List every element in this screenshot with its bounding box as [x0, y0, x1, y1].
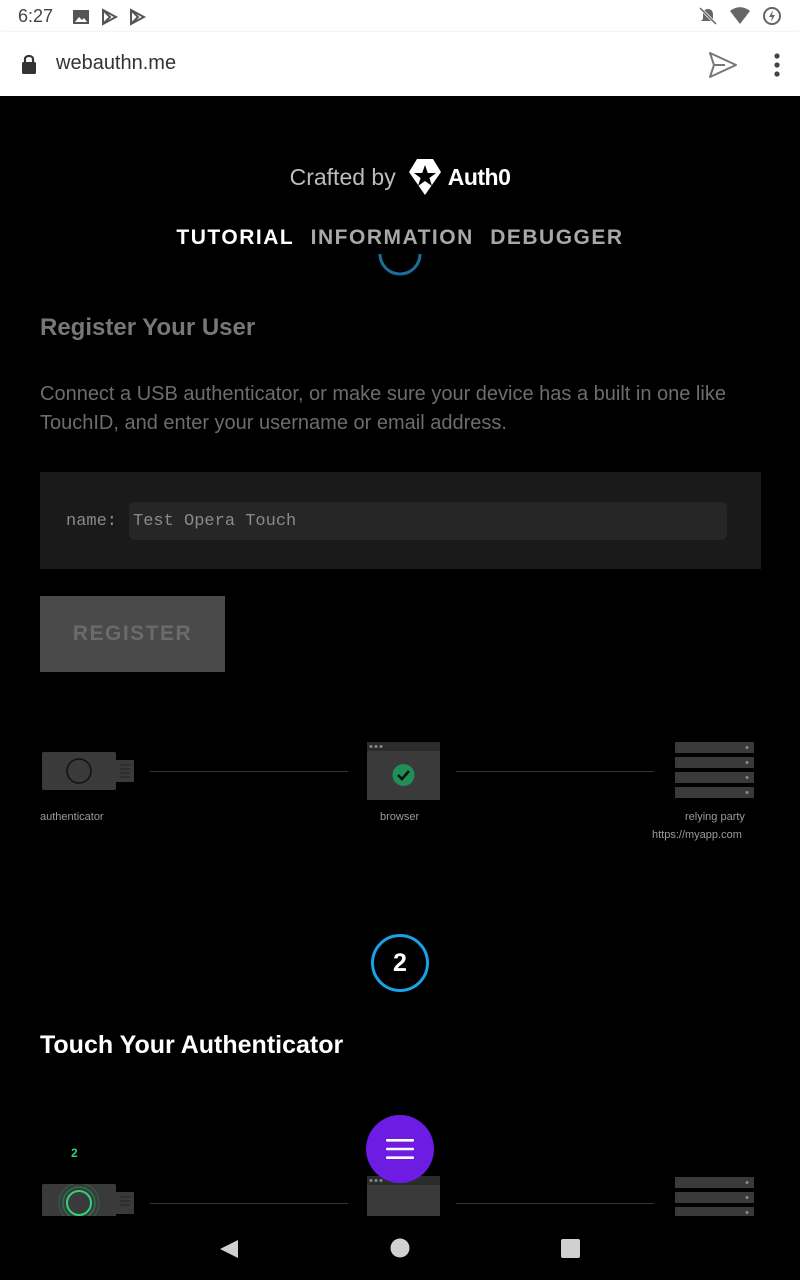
url-text[interactable]: webauthn.me — [56, 52, 176, 75]
send-icon[interactable] — [707, 50, 739, 80]
register-title: Register Your User — [40, 314, 256, 341]
server-rack-icon — [675, 1177, 754, 1216]
name-input[interactable] — [129, 502, 727, 540]
relying-party-label: relying party — [685, 811, 745, 823]
register-description: Connect a USB authenticator, or make sur… — [40, 383, 726, 434]
touch-indicator: 2 — [71, 1146, 78, 1160]
back-icon[interactable] — [218, 1238, 240, 1260]
hamburger-menu-icon — [386, 1139, 414, 1159]
flow-diagram-register: authenticator browser relying party http… — [0, 738, 800, 858]
crafted-by-text: Crafted by — [289, 163, 396, 190]
browser-window-icon — [367, 742, 440, 800]
status-time: 6:27 — [18, 6, 54, 26]
step-2-badge: 2 — [371, 934, 429, 992]
battery-charging-icon — [763, 7, 781, 25]
relying-party-url: https://myapp.com — [652, 829, 742, 841]
usb-key-icon — [42, 752, 134, 790]
menu-fab-button[interactable] — [366, 1115, 434, 1183]
connector-line — [456, 1203, 654, 1204]
auth0-brand-text: Auth0 — [447, 163, 511, 190]
name-form: name: — [40, 472, 761, 569]
auth0-logo[interactable]: Auth0 — [408, 158, 511, 196]
connector-line — [150, 771, 348, 772]
status-bar: 6:27 — [0, 0, 800, 32]
name-label: name: — [66, 512, 118, 531]
wifi-icon — [730, 7, 750, 24]
recents-icon[interactable] — [561, 1239, 580, 1258]
system-nav-bar — [0, 1216, 800, 1280]
step-1-circle-partial — [378, 253, 422, 276]
usb-key-icon — [42, 1184, 134, 1216]
bell-off-icon — [698, 6, 718, 26]
home-icon[interactable] — [390, 1238, 410, 1258]
authenticator-label: authenticator — [40, 811, 104, 823]
server-rack-icon — [675, 742, 754, 798]
touch-title: Touch Your Authenticator — [40, 1031, 344, 1059]
tab-tutorial[interactable]: TUTORIAL — [176, 226, 294, 250]
crafted-by: Crafted by Auth0 — [0, 158, 800, 200]
connector-line — [456, 771, 654, 772]
main-nav: TUTORIAL INFORMATION DEBUGGER — [0, 226, 800, 250]
lock-icon — [22, 54, 36, 74]
auth0-shield-icon — [408, 159, 441, 195]
browser-toolbar: webauthn.me — [0, 32, 800, 96]
connector-line — [150, 1203, 348, 1204]
image-icon — [73, 10, 89, 24]
more-vert-icon[interactable] — [766, 50, 788, 80]
play-store-icon — [130, 8, 146, 26]
tab-information[interactable]: INFORMATION — [311, 226, 474, 250]
browser-label: browser — [380, 811, 420, 823]
tab-debugger[interactable]: DEBUGGER — [490, 226, 623, 250]
play-store-icon — [102, 8, 118, 26]
register-button[interactable]: REGISTER — [40, 596, 225, 672]
